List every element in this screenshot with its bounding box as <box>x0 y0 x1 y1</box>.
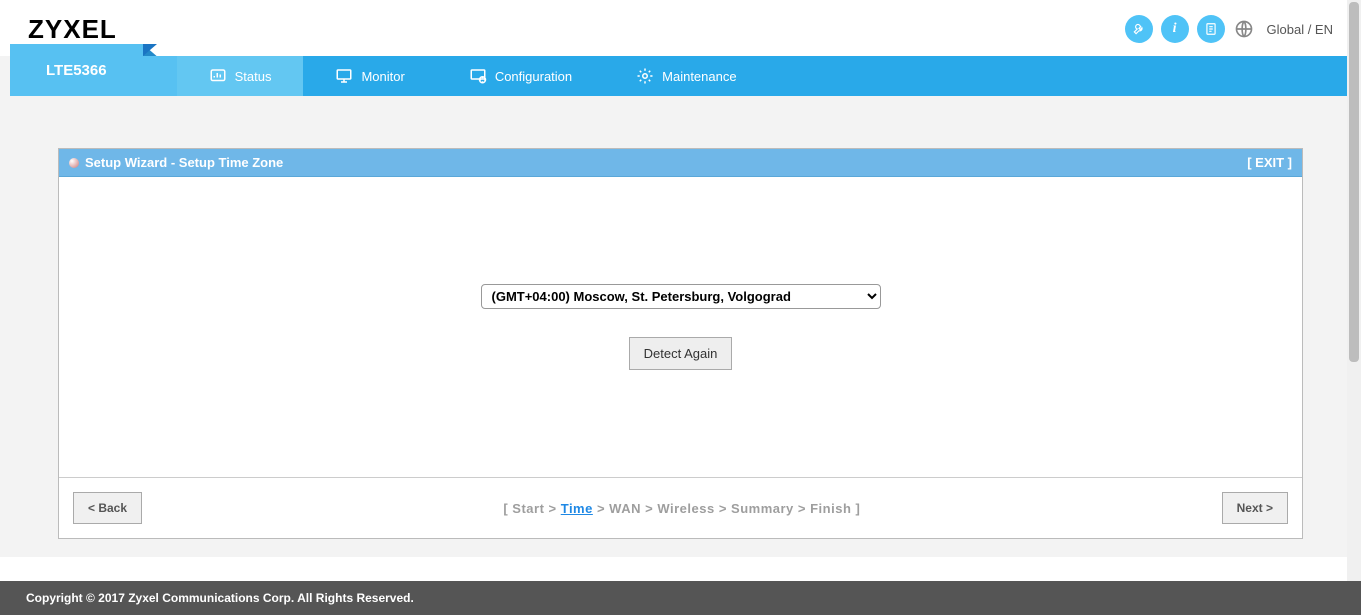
nav-item-label: Maintenance <box>662 69 736 84</box>
wizard-step: WAN <box>609 501 641 516</box>
nav-item-configuration[interactable]: Configuration <box>437 56 604 96</box>
wizard-step: Summary <box>731 501 794 516</box>
detect-again-button[interactable]: Detect Again <box>629 337 733 370</box>
globe-icon[interactable] <box>1233 18 1255 40</box>
header-actions: i Global / EN <box>1125 15 1333 43</box>
status-icon <box>209 67 227 85</box>
wizard-step: Wireless <box>657 501 714 516</box>
device-name-tab[interactable]: LTE5366 <box>10 44 143 96</box>
device-name-label: LTE5366 <box>46 62 107 79</box>
nav-item-label: Status <box>235 69 272 84</box>
document-icon[interactable] <box>1197 15 1225 43</box>
maintenance-icon <box>636 67 654 85</box>
panel-body: (GMT+04:00) Moscow, St. Petersburg, Volg… <box>59 177 1302 477</box>
panel-title-text: Setup Wizard - Setup Time Zone <box>85 155 283 170</box>
panel-footer: < Back [ Start > Time > WAN > Wireless >… <box>59 477 1302 538</box>
nav-item-status[interactable]: Status <box>177 56 304 96</box>
wizard-step-active[interactable]: Time <box>561 501 593 516</box>
panel-title-bar: Setup Wizard - Setup Time Zone [ EXIT ] <box>59 149 1302 177</box>
monitor-icon <box>335 67 353 85</box>
wizard-breadcrumbs: [ Start > Time > WAN > Wireless > Summar… <box>503 501 860 516</box>
timezone-select[interactable]: (GMT+04:00) Moscow, St. Petersburg, Volg… <box>481 284 881 309</box>
language-selector[interactable]: Global / EN <box>1267 22 1333 37</box>
app-footer: Copyright © 2017 Zyxel Communications Co… <box>0 581 1361 615</box>
next-button[interactable]: Next > <box>1222 492 1288 524</box>
wizard-step: Finish <box>810 501 851 516</box>
configuration-icon <box>469 67 487 85</box>
app-header: ZYXEL i Global / EN <box>0 0 1361 56</box>
nav-item-label: Monitor <box>361 69 404 84</box>
nav-item-maintenance[interactable]: Maintenance <box>604 56 768 96</box>
nav-item-label: Configuration <box>495 69 572 84</box>
nav-item-monitor[interactable]: Monitor <box>303 56 436 96</box>
wrench-icon[interactable] <box>1125 15 1153 43</box>
wizard-step: Start <box>512 501 544 516</box>
setup-wizard-panel: Setup Wizard - Setup Time Zone [ EXIT ] … <box>58 148 1303 539</box>
scrollbar-thumb[interactable] <box>1349 2 1359 362</box>
panel-orb-icon <box>69 158 79 168</box>
main-nav: LTE5366 Status Monitor <box>0 56 1361 557</box>
vertical-scrollbar[interactable] <box>1347 0 1361 585</box>
info-icon[interactable]: i <box>1161 15 1189 43</box>
exit-link[interactable]: [ EXIT ] <box>1247 155 1292 170</box>
back-button[interactable]: < Back <box>73 492 142 524</box>
copyright-text: Copyright © 2017 Zyxel Communications Co… <box>26 591 414 605</box>
logo: ZYXEL <box>28 14 117 45</box>
